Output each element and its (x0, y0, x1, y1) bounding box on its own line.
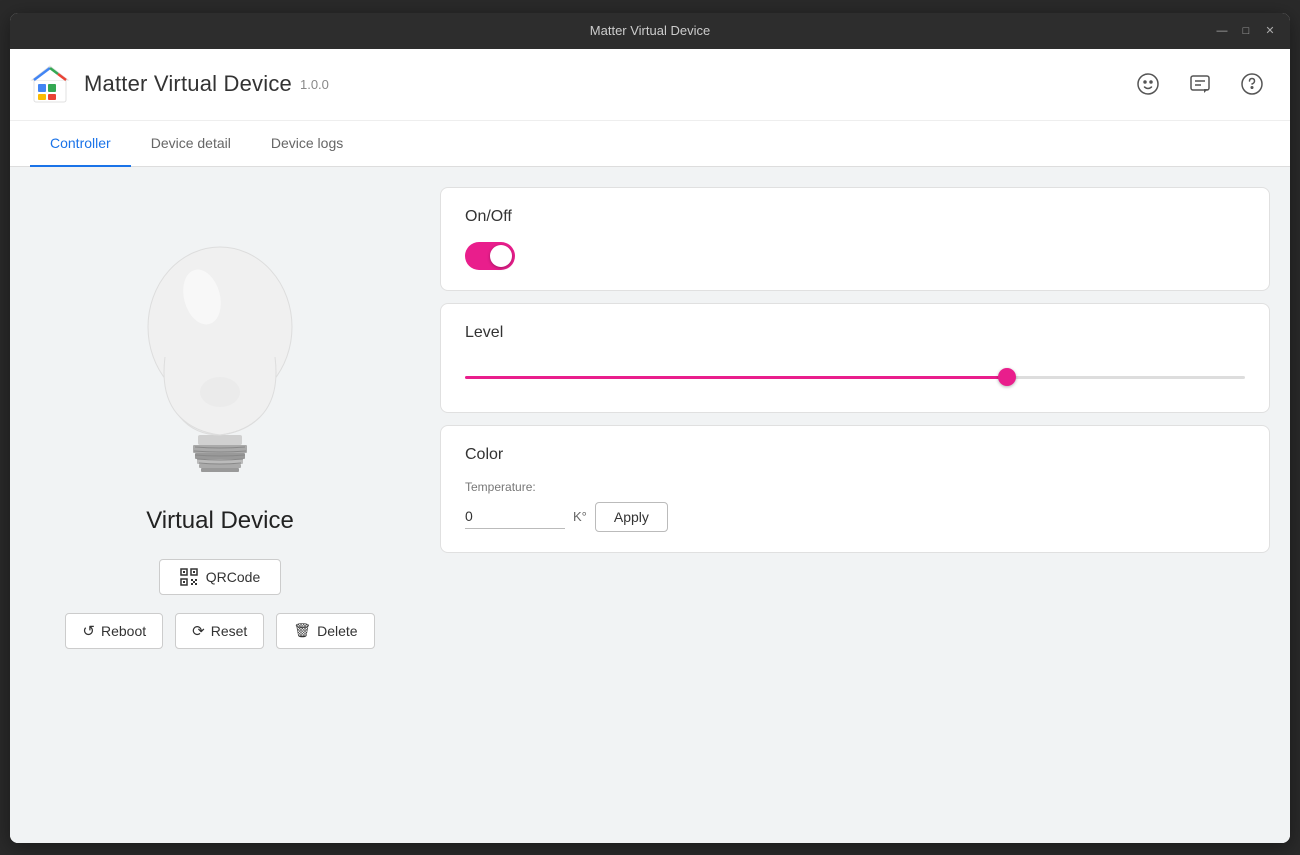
qrcode-icon (180, 568, 198, 586)
apply-button[interactable]: Apply (595, 502, 668, 532)
main-content: Virtual Device QRCode (10, 167, 1290, 843)
tab-device-logs[interactable]: Device logs (251, 121, 363, 167)
minimize-button[interactable]: — (1214, 23, 1230, 39)
close-button[interactable]: ✕ (1262, 23, 1278, 39)
device-name: Virtual Device (146, 507, 294, 535)
delete-icon: 🗑 (293, 622, 311, 639)
titlebar-title: Matter Virtual Device (590, 23, 710, 38)
app-title: Matter Virtual Device (84, 71, 292, 97)
qrcode-button[interactable]: QRCode (159, 559, 281, 595)
app-header: Matter Virtual Device 1.0.0 (10, 49, 1290, 121)
reboot-button[interactable]: ↺ Reboot (65, 613, 163, 649)
action-buttons: ↺ Reboot ⟳ Reset 🗑 Delete (65, 613, 374, 649)
toggle-wrapper (465, 242, 1245, 270)
tab-controller[interactable]: Controller (30, 121, 131, 167)
reset-button[interactable]: ⟳ Reset (175, 613, 264, 649)
toggle-thumb (490, 245, 512, 267)
delete-button[interactable]: 🗑 Delete (276, 613, 374, 649)
color-card: Color Temperature: K° Apply (440, 425, 1270, 553)
reset-icon: ⟳ (192, 622, 205, 640)
reset-label: Reset (211, 623, 248, 639)
temperature-unit: K° (573, 509, 587, 524)
app-window: Matter Virtual Device — □ ✕ Matter Virtu… (10, 13, 1290, 843)
temperature-row: K° Apply (465, 502, 1245, 532)
titlebar: Matter Virtual Device — □ ✕ (10, 13, 1290, 49)
reboot-icon: ↺ (82, 622, 95, 640)
emoji-feedback-button[interactable] (1130, 66, 1166, 102)
slider-wrapper (465, 358, 1245, 392)
header-icons (1130, 66, 1270, 102)
toggle-track (465, 242, 515, 270)
bulb-image (130, 217, 310, 477)
level-label: Level (465, 324, 1245, 342)
onoff-card: On/Off (440, 187, 1270, 291)
app-version: 1.0.0 (300, 77, 329, 92)
tab-device-detail[interactable]: Device detail (131, 121, 251, 167)
onoff-label: On/Off (465, 208, 1245, 226)
feedback-button[interactable] (1182, 66, 1218, 102)
help-button[interactable] (1234, 66, 1270, 102)
left-panel: Virtual Device QRCode (10, 167, 430, 843)
reboot-label: Reboot (101, 623, 146, 639)
delete-label: Delete (317, 623, 357, 639)
right-panel: On/Off Level Color Tem (430, 167, 1290, 843)
temperature-label: Temperature: (465, 480, 1245, 494)
app-logo (30, 64, 70, 104)
tabs-bar: Controller Device detail Device logs (10, 121, 1290, 167)
level-slider[interactable] (465, 376, 1245, 379)
temperature-input[interactable] (465, 504, 565, 529)
level-card: Level (440, 303, 1270, 413)
titlebar-controls: — □ ✕ (1214, 23, 1278, 39)
bulb-image-container (120, 207, 320, 487)
qrcode-label: QRCode (206, 569, 260, 585)
onoff-toggle[interactable] (465, 242, 515, 270)
maximize-button[interactable]: □ (1238, 23, 1254, 39)
color-label: Color (465, 446, 1245, 464)
